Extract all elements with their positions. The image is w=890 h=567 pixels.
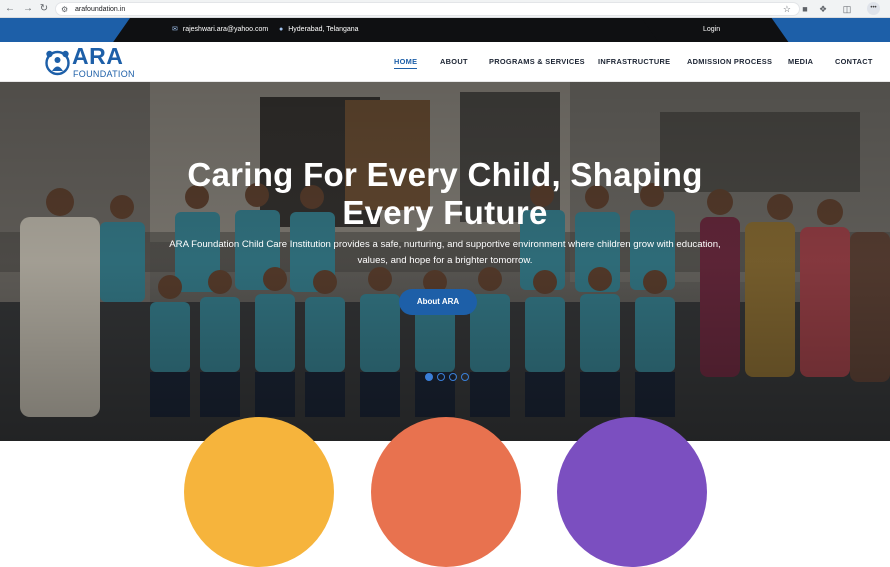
feature-circle-purple[interactable] (557, 417, 707, 567)
topbar-email[interactable]: ✉ rajeshwari.ara@yahoo.com (172, 18, 268, 42)
location-text: Hyderabad, Telangana (288, 26, 359, 33)
browser-toolbar: ← → ↻ ⚙ arafoundation.in ☆ ■ ❖ ◫ ••• (0, 0, 890, 18)
hero-title-line1: Caring For Every Child, Shaping (187, 156, 703, 193)
extension-icon[interactable]: ■ (800, 4, 810, 14)
nav-admission-process[interactable]: ADMISSION PROCESS (687, 56, 772, 68)
contact-topbar: ✉ rajeshwari.ara@yahoo.com ● Hyderabad, Te… (0, 18, 890, 42)
feature-circle-yellow[interactable] (184, 417, 334, 567)
slider-dot-1[interactable] (425, 373, 433, 381)
site-info-icon[interactable]: ⚙ (61, 5, 70, 14)
nav-infrastructure[interactable]: INFRASTRUCTURE (598, 56, 670, 68)
nav-about[interactable]: ABOUT (440, 56, 468, 68)
envelope-icon: ✉ (172, 26, 178, 33)
forward-icon[interactable]: → (22, 3, 34, 15)
slider-dot-3[interactable] (449, 373, 457, 381)
address-bar[interactable]: ⚙ arafoundation.in ☆ (55, 2, 800, 16)
email-text[interactable]: rajeshwari.ara@yahoo.com (183, 26, 268, 33)
puzzle-icon[interactable]: ❖ (818, 4, 828, 14)
hero-text-line1: ARA Foundation Child Care Institution pr… (169, 239, 721, 250)
map-pin-icon: ● (279, 26, 284, 33)
sidebar-icon[interactable]: ◫ (842, 4, 852, 14)
nav-home[interactable]: HOME (394, 56, 418, 69)
star-icon[interactable]: ☆ (783, 4, 791, 15)
topbar-location: ● Hyderabad, Telangana (279, 18, 359, 42)
profile-avatar[interactable]: ••• (867, 2, 880, 15)
login-link[interactable]: Login (703, 18, 720, 42)
logo-subtitle[interactable]: FOUNDATION (73, 69, 135, 79)
url-text[interactable]: arafoundation.in (75, 4, 125, 15)
ara-logo-icon[interactable] (44, 49, 71, 76)
nav-contact[interactable]: CONTACT (835, 56, 873, 68)
feature-circle-orange[interactable] (371, 417, 521, 567)
hero-slider: Caring For Every Child, Shaping Every Fu… (0, 82, 890, 441)
reload-icon[interactable]: ↻ (38, 3, 50, 15)
logo-title[interactable]: ARA (72, 44, 123, 68)
back-icon[interactable]: ← (4, 3, 16, 15)
nav-programs-services[interactable]: PROGRAMS & SERVICES (489, 56, 585, 68)
about-ara-button[interactable]: About ARA (399, 289, 477, 315)
hero-text-line2: values, and hope for a brighter tomorrow… (357, 255, 533, 266)
slider-dot-4[interactable] (461, 373, 469, 381)
slider-dot-2[interactable] (437, 373, 445, 381)
nav-media[interactable]: MEDIA (788, 56, 813, 68)
hero-title-line2: Every Future (342, 194, 548, 231)
